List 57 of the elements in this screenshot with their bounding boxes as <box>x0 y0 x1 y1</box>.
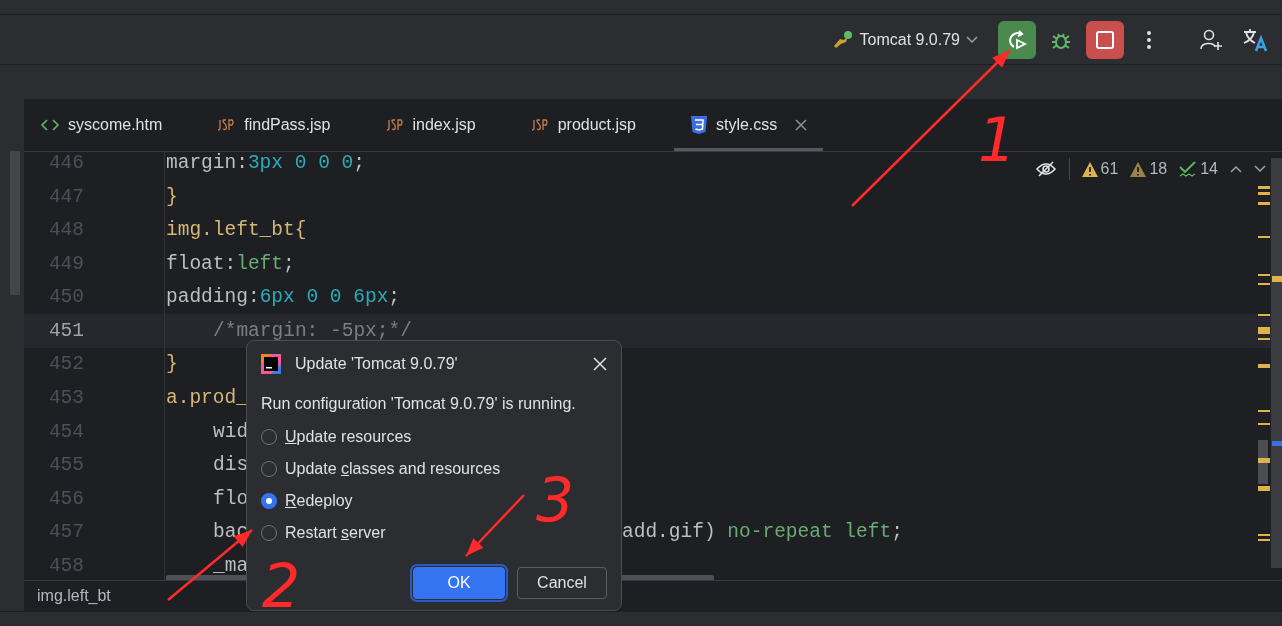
code-line: a.prod_ <box>166 387 248 410</box>
option-label[interactable]: Restart server <box>285 524 386 542</box>
stop-button[interactable] <box>1086 20 1124 59</box>
run-configuration-name: Tomcat 9.0.79 <box>859 30 960 49</box>
dialog-title: Update 'Tomcat 9.0.79' <box>295 355 459 373</box>
scrollbar-thumb[interactable] <box>10 151 20 296</box>
chevron-up-icon[interactable] <box>1230 165 1242 174</box>
editor-tab[interactable]: index.jsp <box>368 99 492 152</box>
chevron-down-icon[interactable] <box>1254 165 1266 174</box>
dialog-message: Run configuration 'Tomcat 9.0.79' is running. <box>261 395 577 413</box>
annotation-number: 2 <box>262 556 301 616</box>
option-label[interactable]: Redeploy <box>285 492 353 510</box>
reader-mode-icon[interactable] <box>1034 161 1057 178</box>
stop-icon <box>1095 29 1115 50</box>
code-line: add.gif) no-repeat left; <box>622 521 903 544</box>
code-line: /*margin: -5px;*/ <box>212 319 412 342</box>
option-label[interactable]: Update classes and resources <box>285 460 501 478</box>
code-line: padding:6px 0 0 6px; <box>166 286 401 309</box>
code-line: margin:3px 0 0 0; <box>166 152 365 174</box>
code-line: wid <box>212 420 249 443</box>
code-line: dis <box>212 454 249 477</box>
ok-button[interactable]: OK <box>413 567 505 599</box>
cancel-button[interactable]: Cancel <box>517 567 607 599</box>
editor-tab[interactable]: style.css <box>673 99 824 152</box>
editor-tab[interactable]: syscome.htm <box>24 99 179 152</box>
annotation-number: 1 <box>978 110 1017 170</box>
line-number: 451 <box>47 319 84 342</box>
radio-button[interactable] <box>261 493 277 509</box>
option-label[interactable]: Update resources <box>285 428 412 446</box>
chevron-down-icon <box>966 35 978 44</box>
run-configuration-selector[interactable]: Tomcat 9.0.79 <box>831 29 978 50</box>
jsp-file-icon <box>529 118 550 133</box>
annotation-number: 3 <box>536 470 575 530</box>
code-line: _ma <box>212 555 249 578</box>
breadcrumb-item[interactable]: img.left_bt <box>37 587 111 606</box>
check-icon <box>1179 161 1198 178</box>
rerun-button[interactable] <box>998 20 1036 59</box>
code-line: } <box>166 185 178 208</box>
jsp-file-icon <box>384 118 405 133</box>
code-line: flo <box>212 487 249 510</box>
code-brackets-icon <box>40 118 60 133</box>
editor-tab[interactable]: product.jsp <box>513 99 652 152</box>
inspection-counter[interactable]: 61 <box>1081 160 1119 179</box>
code-line: img.left_bt{ <box>166 219 307 242</box>
css-file-icon <box>689 115 708 136</box>
close-icon[interactable] <box>795 119 808 132</box>
inspection-counter[interactable]: 18 <box>1130 160 1168 179</box>
jsp-file-icon <box>216 118 237 133</box>
warning-icon <box>1081 161 1098 177</box>
cat-icon <box>831 29 854 50</box>
code-line: } <box>166 353 178 376</box>
warning-icon <box>1130 161 1147 177</box>
editor-tab[interactable]: findPass.jsp <box>200 99 347 152</box>
app-logo-icon <box>261 354 281 374</box>
code-line: float:left; <box>166 252 295 275</box>
inspection-counter[interactable]: 14 <box>1179 160 1218 179</box>
arrow-annotation <box>465 494 525 557</box>
